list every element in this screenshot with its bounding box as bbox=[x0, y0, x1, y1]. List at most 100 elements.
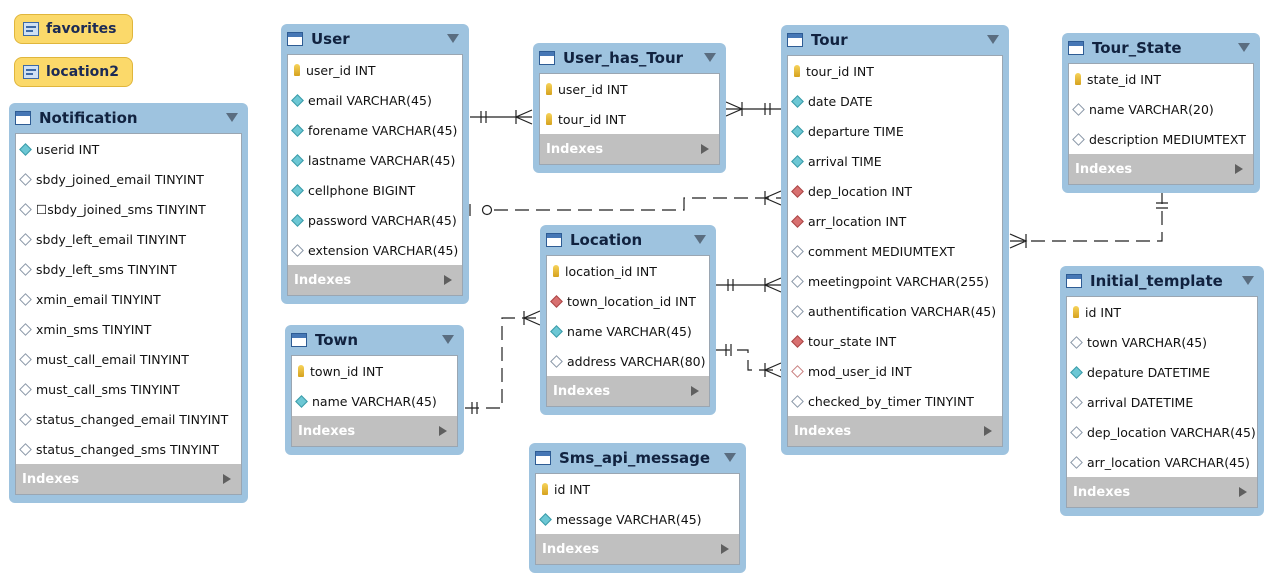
column-row[interactable]: town_location_id INT bbox=[547, 286, 709, 316]
collapse-arrow-icon[interactable] bbox=[724, 453, 736, 462]
indexes-section[interactable]: Indexes bbox=[787, 416, 1003, 447]
column-row[interactable]: departure TIME bbox=[788, 116, 1002, 146]
column-row[interactable]: ☐sbdy_joined_sms TINYINT bbox=[16, 194, 241, 224]
column-row[interactable]: meetingpoint VARCHAR(255) bbox=[788, 266, 1002, 296]
collapse-arrow-icon[interactable] bbox=[704, 53, 716, 62]
column-row[interactable]: comment MEDIUMTEXT bbox=[788, 236, 1002, 266]
indexes-section[interactable]: Indexes bbox=[291, 416, 458, 447]
column-row[interactable]: lastname VARCHAR(45) bbox=[288, 145, 462, 175]
not-null-column-icon bbox=[291, 213, 304, 227]
collapse-arrow-icon[interactable] bbox=[226, 113, 238, 122]
column-row[interactable]: description MEDIUMTEXT bbox=[1069, 124, 1253, 154]
column-row[interactable]: name VARCHAR(20) bbox=[1069, 94, 1253, 124]
column-row[interactable]: name VARCHAR(45) bbox=[547, 316, 709, 346]
column-row[interactable]: date DATE bbox=[788, 86, 1002, 116]
column-row[interactable]: name VARCHAR(45) bbox=[292, 386, 457, 416]
indexes-section[interactable]: Indexes bbox=[539, 134, 720, 165]
table-user-has-tour[interactable]: User_has_Tour user_id INT tour_id INT Index… bbox=[533, 43, 726, 173]
column-row[interactable]: checked_by_timer TINYINT bbox=[788, 386, 1002, 416]
column-row[interactable]: id INT bbox=[1067, 297, 1257, 327]
expand-arrow-icon[interactable] bbox=[444, 275, 452, 285]
collapse-arrow-icon[interactable] bbox=[1242, 276, 1254, 285]
view-favorites[interactable]: favorites bbox=[14, 14, 133, 44]
column-row[interactable]: user_id INT bbox=[540, 74, 719, 104]
table-town[interactable]: Town town_id INT name VARCHAR(45) Indexes bbox=[285, 325, 464, 455]
table-header[interactable]: Notification bbox=[15, 103, 242, 133]
column-row[interactable]: must_call_email TINYINT bbox=[16, 344, 241, 374]
column-row[interactable]: message VARCHAR(45) bbox=[536, 504, 739, 534]
indexes-section[interactable]: Indexes bbox=[1066, 477, 1258, 508]
column-row[interactable]: dep_location INT bbox=[788, 176, 1002, 206]
nullable-column-icon bbox=[791, 304, 804, 318]
table-header[interactable]: Town bbox=[291, 325, 458, 355]
table-header[interactable]: Tour_State bbox=[1068, 33, 1254, 63]
column-row[interactable]: authentification VARCHAR(45) bbox=[788, 296, 1002, 326]
expand-arrow-icon[interactable] bbox=[701, 144, 709, 154]
table-sms-api-message[interactable]: Sms_api_message id INT message VARCHAR(45)… bbox=[529, 443, 746, 573]
column-row[interactable]: arr_location INT bbox=[788, 206, 1002, 236]
collapse-arrow-icon[interactable] bbox=[442, 335, 454, 344]
column-row[interactable]: tour_id INT bbox=[788, 56, 1002, 86]
column-row[interactable]: depature DATETIME bbox=[1067, 357, 1257, 387]
column-row[interactable]: mod_user_id INT bbox=[788, 356, 1002, 386]
column-label: extension VARCHAR(45) bbox=[308, 242, 459, 258]
table-location[interactable]: Location location_id INT town_location_id … bbox=[540, 225, 716, 415]
column-row[interactable]: tour_state INT bbox=[788, 326, 1002, 356]
table-header[interactable]: User_has_Tour bbox=[539, 43, 720, 73]
primary-key-icon bbox=[542, 483, 548, 495]
column-row[interactable]: xmin_sms TINYINT bbox=[16, 314, 241, 344]
column-row[interactable]: sbdy_left_sms TINYINT bbox=[16, 254, 241, 284]
expand-arrow-icon[interactable] bbox=[721, 544, 729, 554]
column-row[interactable]: location_id INT bbox=[547, 256, 709, 286]
table-header[interactable]: User bbox=[287, 24, 463, 54]
column-row[interactable]: town_id INT bbox=[292, 356, 457, 386]
expand-arrow-icon[interactable] bbox=[1239, 487, 1247, 497]
collapse-arrow-icon[interactable] bbox=[987, 35, 999, 44]
column-row[interactable]: dep_location VARCHAR(45) bbox=[1067, 417, 1257, 447]
indexes-section[interactable]: Indexes bbox=[1068, 154, 1254, 185]
table-tour[interactable]: Tour tour_id INT date DATE departure TIME ar… bbox=[781, 25, 1009, 455]
expand-arrow-icon[interactable] bbox=[439, 426, 447, 436]
view-location2[interactable]: location2 bbox=[14, 57, 133, 87]
column-row[interactable]: status_changed_email TINYINT bbox=[16, 404, 241, 434]
column-row[interactable]: userid INT bbox=[16, 134, 241, 164]
collapse-arrow-icon[interactable] bbox=[694, 235, 706, 244]
table-initial-template[interactable]: Initial_template id INT town VARCHAR(45) de… bbox=[1060, 266, 1264, 516]
indexes-section[interactable]: Indexes bbox=[287, 265, 463, 296]
indexes-section[interactable]: Indexes bbox=[546, 376, 710, 407]
expand-arrow-icon[interactable] bbox=[223, 474, 231, 484]
indexes-section[interactable]: Indexes bbox=[535, 534, 740, 565]
column-row[interactable]: email VARCHAR(45) bbox=[288, 85, 462, 115]
expand-arrow-icon[interactable] bbox=[1235, 164, 1243, 174]
column-row[interactable]: password VARCHAR(45) bbox=[288, 205, 462, 235]
column-row[interactable]: arrival DATETIME bbox=[1067, 387, 1257, 417]
column-row[interactable]: state_id INT bbox=[1069, 64, 1253, 94]
indexes-section[interactable]: Indexes bbox=[15, 464, 242, 495]
column-row[interactable]: must_call_sms TINYINT bbox=[16, 374, 241, 404]
column-row[interactable]: cellphone BIGINT bbox=[288, 175, 462, 205]
column-row[interactable]: address VARCHAR(80) bbox=[547, 346, 709, 376]
table-header[interactable]: Initial_template bbox=[1066, 266, 1258, 296]
column-row[interactable]: sbdy_left_email TINYINT bbox=[16, 224, 241, 254]
collapse-arrow-icon[interactable] bbox=[447, 34, 459, 43]
column-row[interactable]: user_id INT bbox=[288, 55, 462, 85]
expand-arrow-icon[interactable] bbox=[984, 426, 992, 436]
column-row[interactable]: sbdy_joined_email TINYINT bbox=[16, 164, 241, 194]
column-row[interactable]: forename VARCHAR(45) bbox=[288, 115, 462, 145]
column-row[interactable]: arr_location VARCHAR(45) bbox=[1067, 447, 1257, 477]
expand-arrow-icon[interactable] bbox=[691, 386, 699, 396]
column-row[interactable]: id INT bbox=[536, 474, 739, 504]
column-row[interactable]: tour_id INT bbox=[540, 104, 719, 134]
table-tour-state[interactable]: Tour_State state_id INT name VARCHAR(20) de… bbox=[1062, 33, 1260, 193]
collapse-arrow-icon[interactable] bbox=[1238, 43, 1250, 52]
column-row[interactable]: extension VARCHAR(45) bbox=[288, 235, 462, 265]
table-header[interactable]: Tour bbox=[787, 25, 1003, 55]
column-row[interactable]: arrival TIME bbox=[788, 146, 1002, 176]
column-row[interactable]: xmin_email TINYINT bbox=[16, 284, 241, 314]
column-row[interactable]: status_changed_sms TINYINT bbox=[16, 434, 241, 464]
table-user[interactable]: User user_id INT email VARCHAR(45) forename… bbox=[281, 24, 469, 304]
table-notification[interactable]: Notification userid INT sbdy_joined_email … bbox=[9, 103, 248, 503]
column-row[interactable]: town VARCHAR(45) bbox=[1067, 327, 1257, 357]
table-header[interactable]: Sms_api_message bbox=[535, 443, 740, 473]
table-header[interactable]: Location bbox=[546, 225, 710, 255]
